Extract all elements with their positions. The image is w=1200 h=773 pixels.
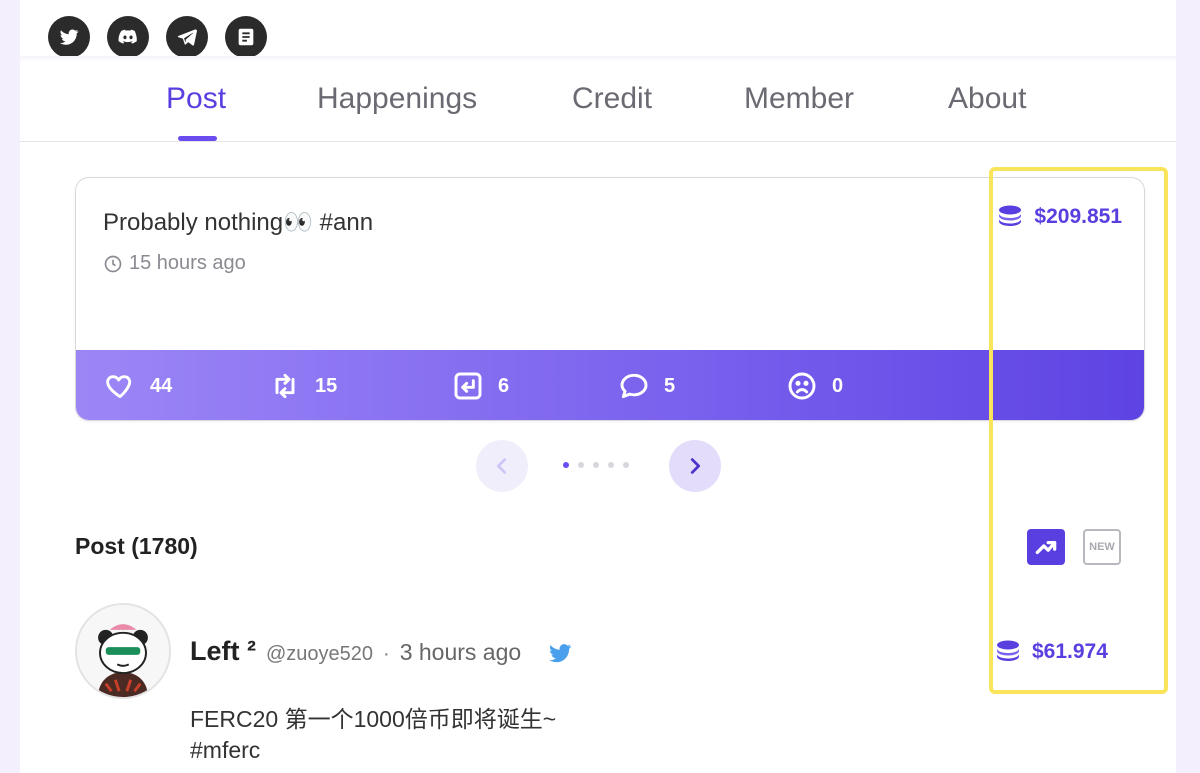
- tab-credit[interactable]: Credit: [572, 82, 652, 116]
- telegram-icon: [177, 29, 197, 46]
- trending-up-icon: [1035, 541, 1057, 555]
- carousel-dot[interactable]: [578, 462, 584, 468]
- tab-post[interactable]: Post: [166, 82, 226, 116]
- retweet-icon: [275, 373, 295, 399]
- tab-happenings[interactable]: Happenings: [317, 82, 477, 116]
- panda-avatar-icon: [77, 605, 169, 697]
- telegram-link[interactable]: [166, 16, 208, 58]
- discord-link[interactable]: [107, 16, 149, 58]
- quote-count: 6: [498, 374, 510, 397]
- featured-post-time-text: 15 hours ago: [129, 252, 246, 274]
- chevron-right-icon: [690, 458, 701, 474]
- twitter-icon: [59, 29, 79, 45]
- post-author-line: Left ² @zuoye520 · 3 hours ago: [190, 636, 521, 667]
- retweet-count: 15: [315, 374, 338, 397]
- dislike-button[interactable]: 0: [786, 370, 843, 402]
- carousel-dots: [563, 462, 629, 468]
- like-button[interactable]: 44: [104, 370, 172, 402]
- twitter-link[interactable]: [48, 16, 90, 58]
- chevron-left-icon: [496, 458, 507, 474]
- carousel-dot[interactable]: [593, 462, 599, 468]
- featured-post-price: $209.851: [996, 203, 1122, 231]
- featured-post-title: Probably nothing👀 #ann: [103, 209, 374, 236]
- author-handle[interactable]: @zuoye520: [266, 643, 373, 666]
- post-count-heading: Post (1780): [75, 533, 198, 559]
- clock-icon: [104, 255, 122, 272]
- carousel-dot[interactable]: [623, 462, 629, 468]
- featured-post-actions: 44 15 6 5 0: [76, 350, 1144, 420]
- post-body[interactable]: FERC20 第一个1000倍币即将诞生~ #mferc: [190, 704, 556, 766]
- like-count: 44: [150, 374, 173, 397]
- post-price: $61.974: [994, 638, 1108, 666]
- avatar[interactable]: [75, 603, 171, 699]
- post-time: 3 hours ago: [399, 639, 522, 665]
- tab-about[interactable]: About: [948, 82, 1026, 116]
- tab-bar: Post Happenings Credit Member About: [20, 62, 1176, 142]
- featured-post-price-value: $209.851: [1034, 205, 1122, 228]
- retweet-button[interactable]: 15: [269, 370, 337, 402]
- featured-post-card[interactable]: Probably nothing👀 #ann 15 hours ago $209…: [75, 177, 1145, 421]
- discord-icon: [118, 29, 137, 44]
- quote-button[interactable]: 6: [452, 370, 509, 402]
- social-links: [48, 16, 267, 58]
- post-body-line: FERC20 第一个1000倍币即将诞生~: [190, 706, 557, 732]
- tab-member[interactable]: Member: [744, 82, 854, 116]
- document-icon: [238, 28, 254, 46]
- dislike-count: 0: [832, 374, 844, 397]
- sort-new-button[interactable]: NEW: [1083, 529, 1121, 565]
- comment-icon: [620, 373, 648, 399]
- post-price-value: $61.974: [1032, 640, 1108, 663]
- active-tab-indicator: [178, 136, 217, 141]
- carousel-next-button[interactable]: [669, 440, 721, 492]
- carousel-dot[interactable]: [608, 462, 614, 468]
- community-page: Post Happenings Credit Member About Prob…: [20, 0, 1176, 773]
- featured-post-time: 15 hours ago: [103, 252, 246, 275]
- reply-button[interactable]: 5: [618, 370, 675, 402]
- meta-separator: ·: [383, 643, 390, 665]
- quote-icon: [454, 372, 482, 400]
- carousel-dot[interactable]: [563, 462, 569, 468]
- coins-icon: [999, 205, 1022, 226]
- coins-icon: [997, 640, 1019, 661]
- sad-face-icon: [788, 372, 816, 400]
- sort-trending-button[interactable]: [1027, 529, 1065, 565]
- docs-link[interactable]: [225, 16, 267, 58]
- heart-icon: [106, 375, 132, 399]
- author-name[interactable]: Left ²: [190, 636, 256, 667]
- post-hashtag[interactable]: #mferc: [190, 735, 556, 766]
- twitter-icon[interactable]: [547, 640, 573, 666]
- carousel-pager: [476, 440, 722, 492]
- reply-count: 5: [664, 374, 676, 397]
- carousel-prev-button[interactable]: [476, 440, 528, 492]
